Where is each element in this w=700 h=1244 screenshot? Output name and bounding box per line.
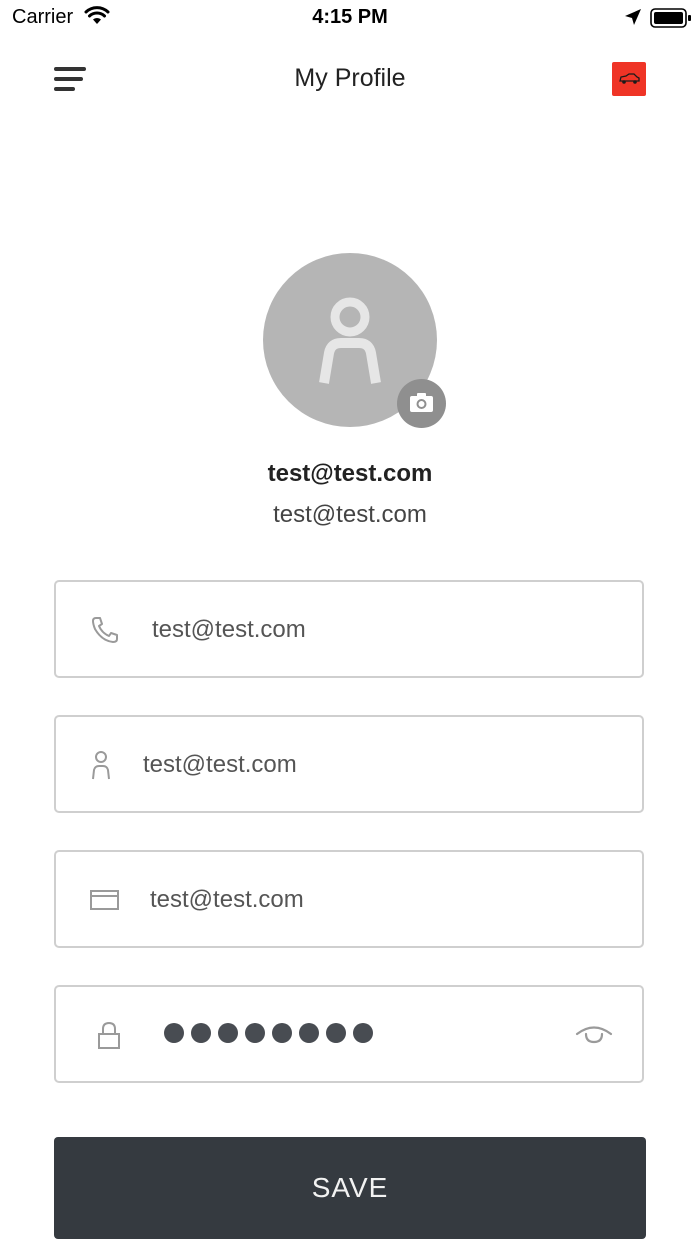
status-time: 4:15 PM: [312, 6, 388, 28]
phone-input[interactable]: [152, 606, 622, 654]
status-bar: Carrier 4:15 PM: [0, 0, 700, 36]
phone-icon: [90, 582, 120, 678]
page-title: My Profile: [294, 64, 406, 92]
password-input[interactable]: [164, 1023, 373, 1043]
location-arrow-icon: [625, 9, 641, 25]
email-field[interactable]: [54, 850, 644, 948]
car-logo-icon[interactable]: [612, 62, 646, 96]
camera-icon: [410, 393, 433, 412]
battery-icon: [650, 8, 691, 28]
save-button[interactable]: SAVE: [54, 1137, 646, 1239]
eye-icon[interactable]: [574, 1015, 614, 1055]
phone-field[interactable]: [54, 580, 644, 678]
email-input[interactable]: [150, 876, 622, 924]
profile-name: test@test.com: [267, 460, 433, 487]
name-input[interactable]: [143, 741, 622, 789]
lock-icon: [96, 987, 122, 1083]
envelope-icon: [90, 852, 120, 948]
nav-bar: My Profile: [0, 50, 700, 110]
name-field[interactable]: [54, 715, 644, 813]
person-icon: [90, 717, 112, 813]
password-field[interactable]: [54, 985, 644, 1083]
camera-button[interactable]: [397, 379, 446, 428]
profile-email: test@test.com: [273, 501, 427, 528]
